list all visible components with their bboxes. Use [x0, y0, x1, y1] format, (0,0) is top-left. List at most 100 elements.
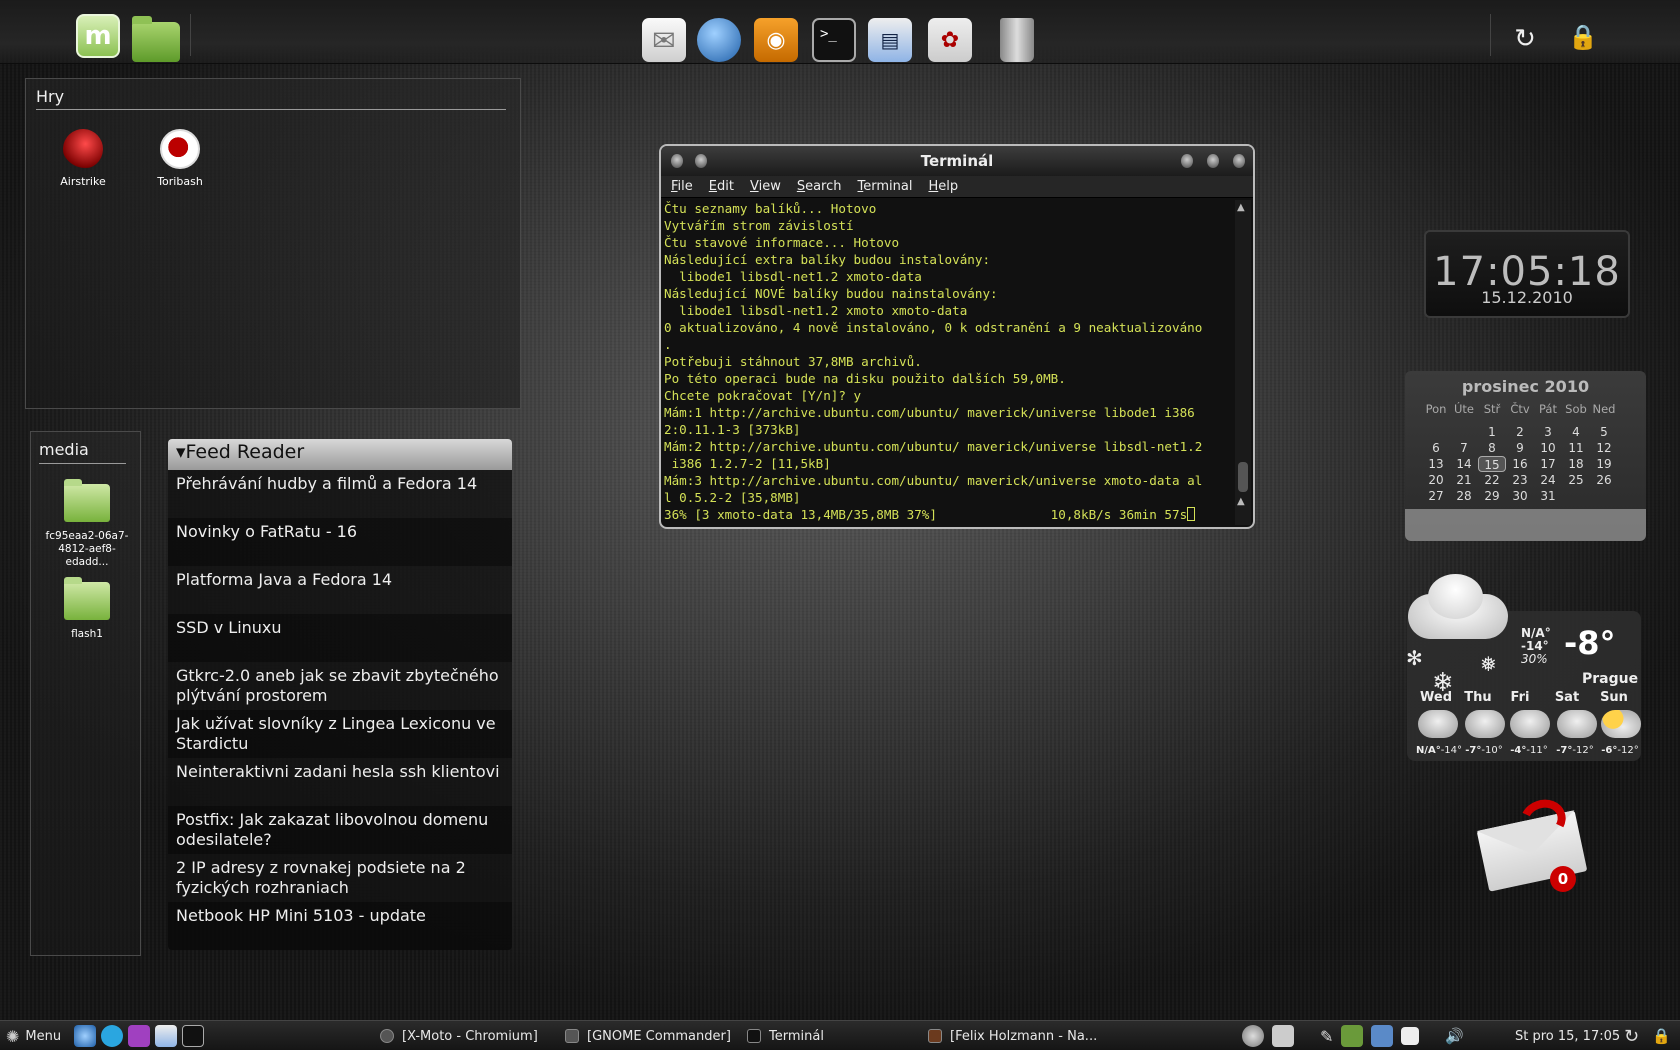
task-felix-holzmann[interactable]: [Felix Holzmann - Na... — [928, 1021, 1097, 1050]
gnome-commander-icon[interactable] — [155, 1025, 177, 1047]
window-list-icon[interactable] — [1401, 1027, 1420, 1045]
calendar-day[interactable]: 9 — [1506, 440, 1534, 456]
skype-icon[interactable] — [101, 1025, 123, 1047]
mail-icon[interactable]: ✉ — [642, 18, 686, 62]
pidgin-icon[interactable] — [697, 18, 741, 62]
calendar-day[interactable]: 20 — [1422, 472, 1450, 488]
menu-search[interactable]: Search — [797, 176, 850, 197]
menu-help[interactable]: Help — [928, 176, 966, 197]
calendar-day[interactable]: 29 — [1478, 488, 1506, 504]
calendar-day[interactable]: 4 — [1562, 424, 1590, 440]
terminal-icon[interactable]: >_ — [812, 18, 856, 62]
cd-icon[interactable] — [1242, 1025, 1264, 1047]
feed-item[interactable]: Postfix: Jak zakazat libovolnou domenu o… — [168, 806, 512, 854]
calendar-today[interactable]: 15 — [1478, 456, 1506, 472]
menu-button[interactable]: ✺ Menu — [6, 1021, 61, 1050]
close-icon[interactable] — [1233, 154, 1245, 168]
lock-icon[interactable]: 🔒 — [1568, 22, 1598, 52]
terminal-icon[interactable] — [182, 1025, 204, 1047]
minimize-icon[interactable] — [1181, 154, 1193, 168]
mint-logo-icon[interactable]: m — [76, 14, 120, 58]
feed-item[interactable]: Přehrávání hudby a filmů a Fedora 14 — [168, 470, 512, 518]
sticky-icon[interactable] — [695, 154, 707, 168]
calendar-day[interactable]: 1 — [1478, 424, 1506, 440]
calendar-day[interactable]: 2 — [1506, 424, 1534, 440]
feed-item[interactable]: SSD v Linuxu — [168, 614, 512, 662]
calendar-month[interactable]: prosinec 2010 — [1405, 377, 1646, 396]
airstrike-icon — [57, 123, 109, 175]
lock-icon[interactable]: 🔒 — [1652, 1021, 1671, 1050]
calendar-day[interactable]: 17 — [1534, 456, 1562, 472]
panel-clock[interactable]: St pro 15, 17:05 — [1515, 1021, 1620, 1050]
gnome-commander-icon[interactable]: ▤ — [868, 18, 912, 62]
refresh-icon[interactable]: ↻ — [1510, 24, 1540, 54]
calendar-day[interactable]: 30 — [1506, 488, 1534, 504]
media-item[interactable]: fc95eaa2-06a7-4812-aef8-edadd... — [37, 479, 137, 569]
calendar-day[interactable]: 3 — [1534, 424, 1562, 440]
calendar-day[interactable]: 22 — [1478, 472, 1506, 488]
calendar-day[interactable]: 21 — [1450, 472, 1478, 488]
feed-reader-header[interactable]: ▾Feed Reader — [168, 439, 512, 470]
feed-item[interactable]: Netbook HP Mini 5103 - update — [168, 902, 512, 950]
menu-edit[interactable]: Edit — [709, 176, 742, 197]
menu-view[interactable]: View — [750, 176, 789, 197]
calendar-day[interactable]: 11 — [1562, 440, 1590, 456]
calendar-day[interactable]: 10 — [1534, 440, 1562, 456]
calendar-day[interactable]: 23 — [1506, 472, 1534, 488]
pin-icon[interactable]: ✎ — [1320, 1027, 1333, 1046]
task-terminal[interactable]: Terminál — [747, 1021, 824, 1050]
calendar-day[interactable]: 5 — [1590, 424, 1618, 440]
calendar-day[interactable]: 13 — [1422, 456, 1450, 472]
calendar-day[interactable]: 7 — [1450, 440, 1478, 456]
folder-icon — [64, 479, 110, 522]
forecast-day: Sat — [1554, 690, 1580, 705]
emesene-icon[interactable] — [128, 1025, 150, 1047]
network-icon[interactable] — [1371, 1025, 1394, 1047]
terminal-output[interactable]: Čtu seznamy balíků... Hotovo Vytvářím str… — [664, 200, 1237, 523]
terminal-scrollbar[interactable]: ▲ ▲ — [1235, 200, 1251, 525]
pidgin-icon[interactable] — [74, 1025, 96, 1047]
calendar-day[interactable]: 27 — [1422, 488, 1450, 504]
calendar-day[interactable]: 6 — [1422, 440, 1450, 456]
volume-icon[interactable]: 🔊 — [1445, 1027, 1464, 1045]
calendar-day[interactable]: 8 — [1478, 440, 1506, 456]
calendar-day[interactable]: 26 — [1590, 472, 1618, 488]
calendar-day[interactable]: 24 — [1534, 472, 1562, 488]
feed-item[interactable]: Neinteraktivni zadani hesla ssh klientov… — [168, 758, 512, 806]
game-toribash[interactable]: Toribash — [140, 129, 220, 188]
calendar-day[interactable]: 16 — [1506, 456, 1534, 472]
calendar-day[interactable]: 12 — [1590, 440, 1618, 456]
menu-file[interactable]: File — [671, 176, 701, 197]
game-airstrike[interactable]: Airstrike — [43, 123, 123, 188]
task-gnome-commander[interactable]: [GNOME Commander] — [565, 1021, 731, 1050]
mail-notifier-widget[interactable]: 0 — [1476, 793, 1592, 892]
scrollbar-thumb[interactable] — [1238, 462, 1248, 492]
feed-item[interactable]: Novinky o FatRatu - 16 — [168, 518, 512, 566]
maximize-icon[interactable] — [1207, 154, 1219, 168]
refresh-icon[interactable]: ↻ — [1624, 1021, 1639, 1050]
calendar-day[interactable]: 25 — [1562, 472, 1590, 488]
trash-icon[interactable] — [1000, 18, 1034, 62]
shotwell-icon[interactable]: ✿ — [928, 18, 972, 62]
task-xmoto-chromium[interactable]: [X-Moto - Chromium] — [380, 1021, 538, 1050]
feed-item[interactable]: Jak užívat slovníky z Lingea Lexiconu ve… — [168, 710, 512, 758]
scroll-up-icon[interactable]: ▲ — [1237, 202, 1245, 213]
menu-terminal[interactable]: Terminal — [858, 176, 921, 197]
window-menu-icon[interactable] — [671, 154, 683, 168]
calendar-day[interactable]: 28 — [1450, 488, 1478, 504]
media-item[interactable]: flash1 — [37, 577, 137, 641]
calendar-day[interactable]: 19 — [1590, 456, 1618, 472]
calendar-day[interactable]: 14 — [1450, 456, 1478, 472]
calendar-day[interactable]: 31 — [1534, 488, 1562, 504]
feed-item[interactable]: Platforma Java a Fedora 14 — [168, 566, 512, 614]
shield-icon[interactable] — [1341, 1025, 1364, 1047]
drive-icon[interactable] — [1272, 1025, 1294, 1047]
feed-reader-widget: ▾Feed Reader Přehrávání hudby a filmů a … — [168, 439, 512, 950]
folder-icon[interactable] — [132, 16, 180, 62]
feed-item[interactable]: 2 IP adresy z rovnakej podsiete na 2 fyz… — [168, 854, 512, 902]
calendar-day[interactable]: 18 — [1562, 456, 1590, 472]
scroll-up-icon[interactable]: ▲ — [1237, 496, 1245, 507]
eye-of-gnome-icon[interactable]: ◉ — [754, 18, 798, 62]
feed-item[interactable]: Gtkrc-2.0 aneb jak se zbavit zbytečného … — [168, 662, 512, 710]
terminal-titlebar[interactable]: Terminál — [661, 146, 1253, 176]
